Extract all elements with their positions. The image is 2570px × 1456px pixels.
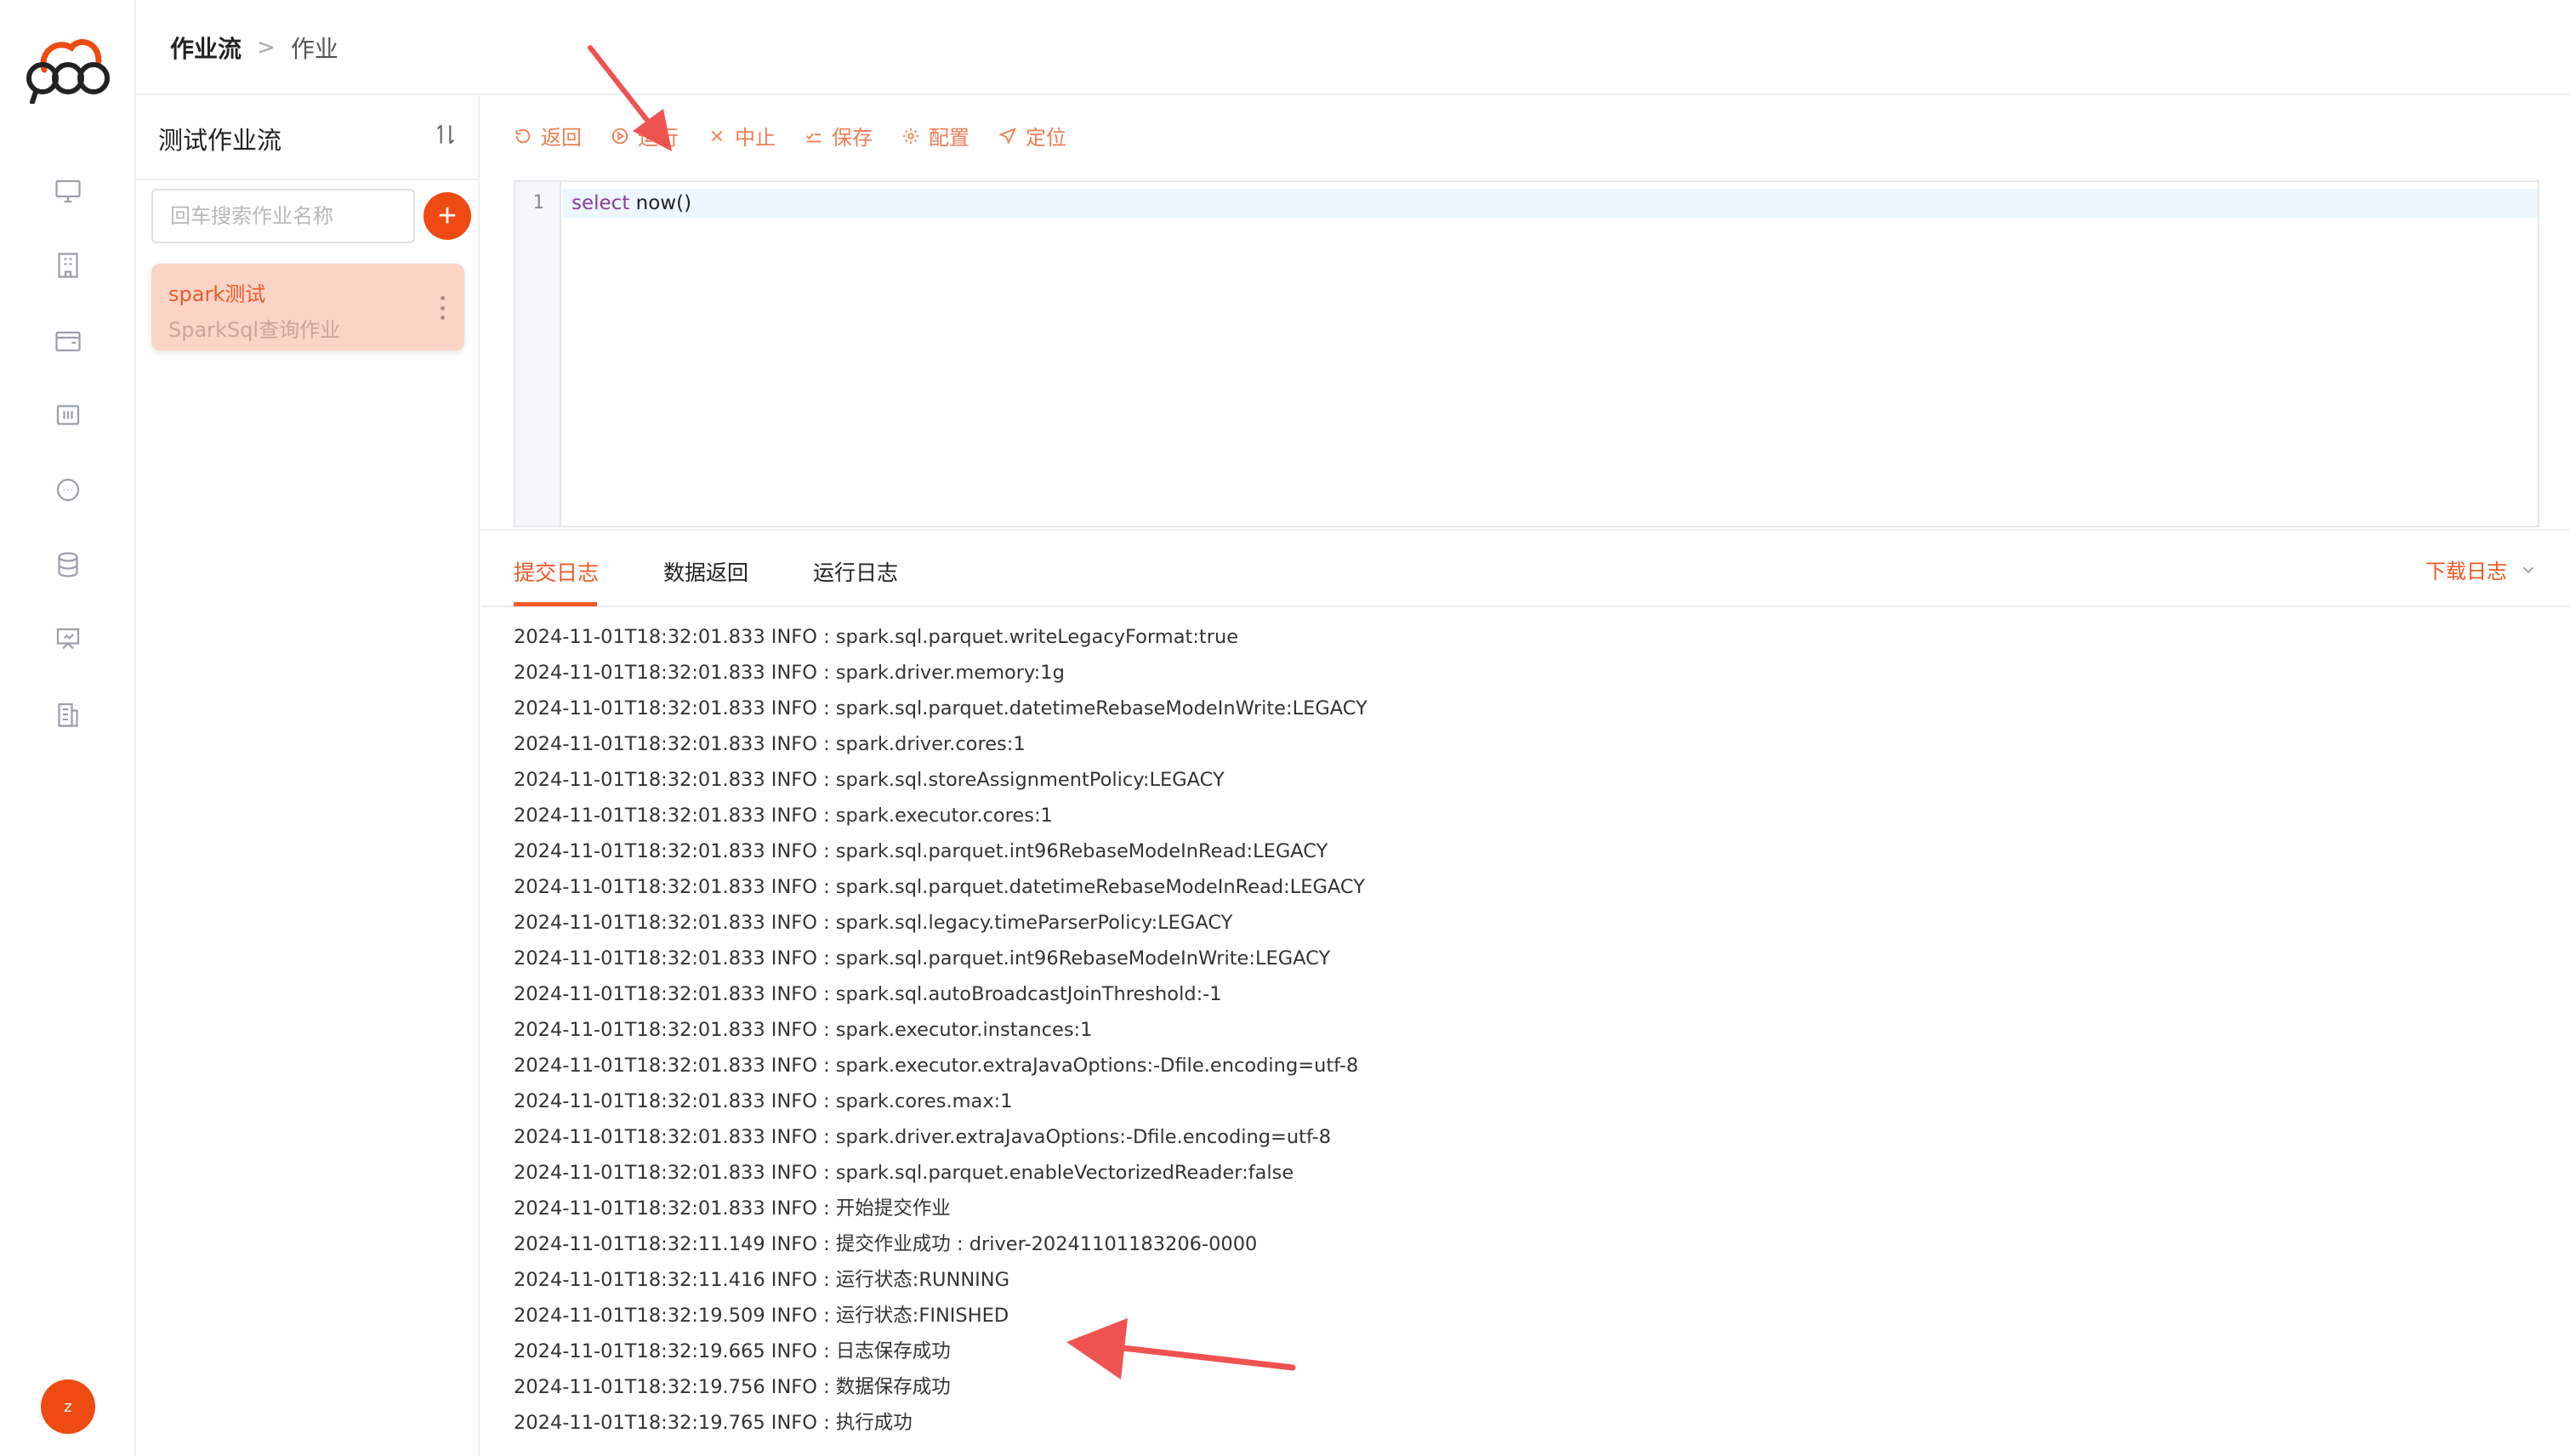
log-line: 2024-11-01T18:32:19.665 INFO : 日志保存成功 <box>514 1340 951 1362</box>
check-list-icon <box>806 133 822 142</box>
office-icon[interactable] <box>51 697 85 731</box>
download-log-button[interactable]: 下载日志 <box>2425 555 2538 584</box>
job-card-spark[interactable]: spark测试 SparkSql查询作业 <box>151 264 464 350</box>
sql-code-editor[interactable]: 1 select now() <box>514 180 2539 527</box>
dashboard-icon[interactable] <box>51 398 85 432</box>
line-number: 1 <box>532 192 544 213</box>
log-line: 2024-11-01T18:32:11.416 INFO : 运行状态:RUNN… <box>514 1269 1010 1291</box>
chevron-down-icon <box>2522 566 2534 573</box>
app-logo[interactable] <box>24 32 112 105</box>
workflow-title: 测试作业流 <box>158 126 282 155</box>
code-keyword: select <box>571 192 630 214</box>
gear-icon <box>902 128 919 144</box>
config-button[interactable]: 配置 <box>901 121 969 151</box>
active-tab-indicator <box>514 602 597 606</box>
more-vertical-icon[interactable] <box>439 296 446 320</box>
breadcrumb-current: 作业 <box>290 35 338 63</box>
log-line: 2024-11-01T18:32:01.833 INFO : spark.dri… <box>514 1126 1332 1148</box>
save-label: 保存 <box>832 126 873 150</box>
log-line: 2024-11-01T18:32:01.833 INFO : spark.exe… <box>514 805 1053 827</box>
user-avatar[interactable]: z <box>41 1379 95 1434</box>
tab-run-log[interactable]: 运行日志 <box>813 556 898 587</box>
code-line: select now() <box>571 192 691 214</box>
log-tabs-bar: 提交日志 数据返回 运行日志 下载日志 <box>481 529 2570 607</box>
database-icon[interactable] <box>51 548 85 582</box>
log-line: 2024-11-01T18:32:01.833 INFO : 开始提交作业 <box>514 1197 951 1220</box>
log-line: 2024-11-01T18:32:11.149 INFO : 提交作业成功 : … <box>514 1233 1258 1255</box>
sort-icon[interactable] <box>432 121 459 148</box>
job-name: spark测试 <box>168 282 266 306</box>
log-line: 2024-11-01T18:32:01.833 INFO : spark.dri… <box>514 733 1026 755</box>
stop-button[interactable]: 中止 <box>708 121 776 151</box>
send-icon <box>998 127 1017 145</box>
close-icon <box>711 130 723 141</box>
code-text: now() <box>629 192 692 214</box>
config-label: 配置 <box>929 126 969 150</box>
log-line: 2024-11-01T18:32:19.756 INFO : 数据保存成功 <box>514 1376 951 1398</box>
tab-data-return[interactable]: 数据返回 <box>663 556 748 587</box>
job-search-row: + <box>151 189 471 245</box>
active-line-highlight <box>563 189 2538 218</box>
presentation-icon[interactable] <box>51 623 85 657</box>
log-line: 2024-11-01T18:32:01.833 INFO : spark.sql… <box>514 983 1222 1005</box>
chat-icon[interactable] <box>51 473 85 507</box>
log-line: 2024-11-01T18:32:01.833 INFO : spark.exe… <box>514 1055 1359 1077</box>
annotation-arrow-log <box>1066 1318 1296 1379</box>
workflow-panel-header: 测试作业流 <box>136 95 478 180</box>
stop-label: 中止 <box>735 126 776 150</box>
log-line: 2024-11-01T18:32:01.833 INFO : spark.sql… <box>514 912 1233 934</box>
log-line: 2024-11-01T18:32:01.833 INFO : spark.sql… <box>514 697 1367 719</box>
add-job-button[interactable]: + <box>424 192 471 240</box>
locate-button[interactable]: 定位 <box>998 121 1066 151</box>
job-editor-main: 返回 运行 中止 保存 配置 定位 1 select now() 提交日志 <box>481 95 2570 1456</box>
workflow-panel: 测试作业流 + spark测试 SparkSql查询作业 <box>136 95 480 1456</box>
job-type: SparkSql查询作业 <box>168 318 341 342</box>
submit-log-output[interactable]: 2024-11-01T18:32:01.833 INFO : spark.sql… <box>514 609 2536 1456</box>
editor-gutter: 1 <box>515 182 561 526</box>
log-line: 2024-11-01T18:32:01.833 INFO : spark.sql… <box>514 947 1331 970</box>
tab-submit-log[interactable]: 提交日志 <box>514 556 599 587</box>
chevron-right-icon: > <box>257 35 276 60</box>
download-log-label: 下载日志 <box>2425 560 2507 583</box>
log-line: 2024-11-01T18:32:01.833 INFO : spark.sql… <box>514 840 1328 862</box>
wallet-icon[interactable] <box>51 323 85 357</box>
log-line: 2024-11-01T18:32:01.833 INFO : spark.dri… <box>514 662 1065 684</box>
save-button[interactable]: 保存 <box>805 121 873 151</box>
top-header: 作业流 > 作业 <box>136 0 2570 95</box>
building-icon[interactable] <box>51 248 85 282</box>
breadcrumb: 作业流 > 作业 <box>170 31 338 65</box>
breadcrumb-root[interactable]: 作业流 <box>170 31 242 65</box>
log-line: 2024-11-01T18:32:01.833 INFO : spark.cor… <box>514 1090 1013 1112</box>
annotation-arrow-run <box>588 45 672 151</box>
locate-label: 定位 <box>1026 126 1066 150</box>
refresh-icon <box>515 128 531 143</box>
log-line: 2024-11-01T18:32:01.833 INFO : spark.sql… <box>514 1162 1294 1184</box>
monitor-icon[interactable] <box>51 174 85 208</box>
job-search-input[interactable] <box>151 189 415 243</box>
log-line: 2024-11-01T18:32:01.833 INFO : spark.sql… <box>514 876 1365 898</box>
back-label: 返回 <box>541 126 582 150</box>
log-line: 2024-11-01T18:32:01.833 INFO : spark.sql… <box>514 769 1225 791</box>
log-line: 2024-11-01T18:32:19.509 INFO : 运行状态:FINI… <box>514 1305 1009 1327</box>
back-button[interactable]: 返回 <box>514 121 582 151</box>
log-line: 2024-11-01T18:32:01.833 INFO : spark.exe… <box>514 1019 1093 1041</box>
log-line: 2024-11-01T18:32:19.765 INFO : 执行成功 <box>514 1412 913 1434</box>
left-nav-rail: z <box>0 0 136 1456</box>
log-line: 2024-11-01T18:32:01.833 INFO : spark.sql… <box>514 626 1239 648</box>
